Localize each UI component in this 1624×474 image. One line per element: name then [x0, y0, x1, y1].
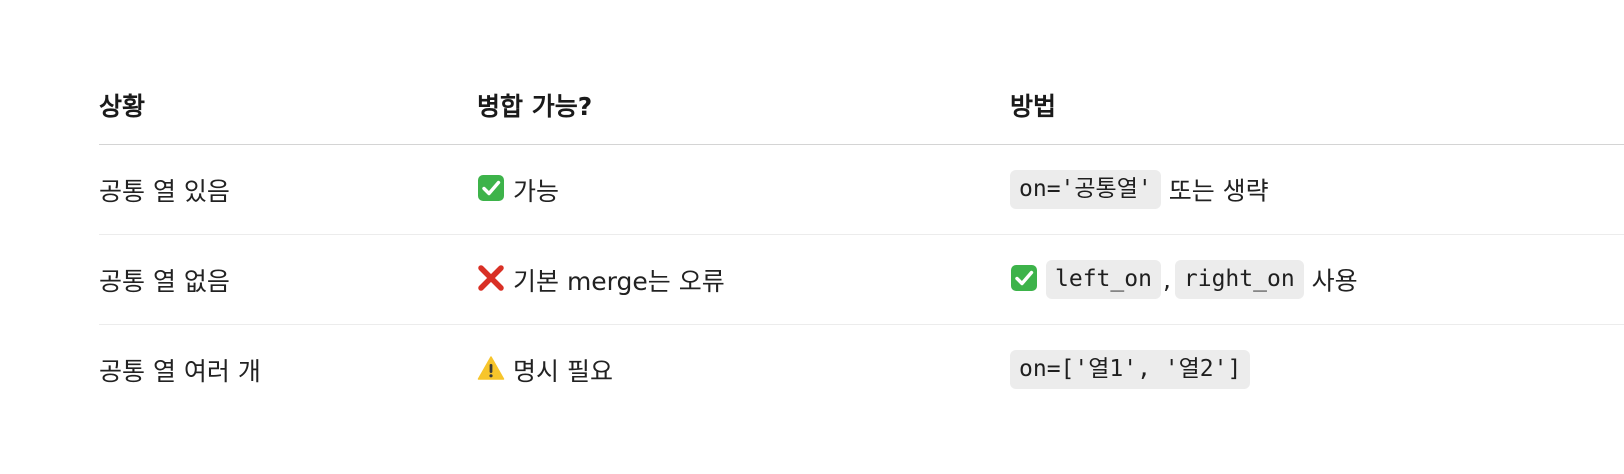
cell-method: on='공통열' 또는 생략 [1010, 144, 1624, 235]
header-possible: 병합 가능? [477, 66, 1010, 145]
cell-method: left_on, right_on 사용 [1010, 234, 1624, 325]
cell-situation: 공통 열 있음 [99, 144, 477, 235]
cross-mark-icon [477, 264, 505, 292]
cell-possible: 명시 필요 [477, 325, 1010, 415]
cell-situation: 공통 열 없음 [99, 234, 477, 325]
cell-possible: 기본 merge는 오류 [477, 234, 1010, 325]
warning-icon [477, 354, 505, 382]
comparison-table-container: 상황 병합 가능? 방법 공통 열 있음 가능 on='공통열' 또는 생략 공통… [99, 66, 1624, 414]
table-row: 공통 열 여러 개 명시 필요 on=['열1', '열2'] [99, 325, 1624, 415]
table-row: 공통 열 없음 기본 merge는 오류 left_on, right_on 사용 [99, 234, 1624, 325]
table-header-row: 상황 병합 가능? 방법 [99, 66, 1624, 145]
inline-code: left_on [1046, 260, 1161, 299]
method-text: 사용 [1311, 266, 1358, 296]
inline-code: right_on [1174, 260, 1304, 299]
header-situation: 상황 [99, 66, 477, 145]
check-mark-icon [477, 174, 505, 202]
merge-comparison-table: 상황 병합 가능? 방법 공통 열 있음 가능 on='공통열' 또는 생략 공통… [99, 66, 1624, 414]
inline-code: on=['열1', '열2'] [1010, 350, 1251, 389]
possible-text: 가능 [513, 176, 560, 206]
check-mark-icon [1010, 264, 1038, 292]
method-text: 또는 생략 [1168, 176, 1269, 206]
cell-method: on=['열1', '열2'] [1010, 325, 1624, 415]
possible-text: 기본 merge는 오류 [513, 266, 725, 296]
table-row: 공통 열 있음 가능 on='공통열' 또는 생략 [99, 144, 1624, 235]
header-method: 방법 [1010, 66, 1624, 145]
inline-code: on='공통열' [1010, 170, 1161, 209]
cell-possible: 가능 [477, 144, 1010, 235]
possible-text: 명시 필요 [513, 356, 613, 386]
method-separator: , [1162, 265, 1171, 294]
cell-situation: 공통 열 여러 개 [99, 356, 261, 386]
